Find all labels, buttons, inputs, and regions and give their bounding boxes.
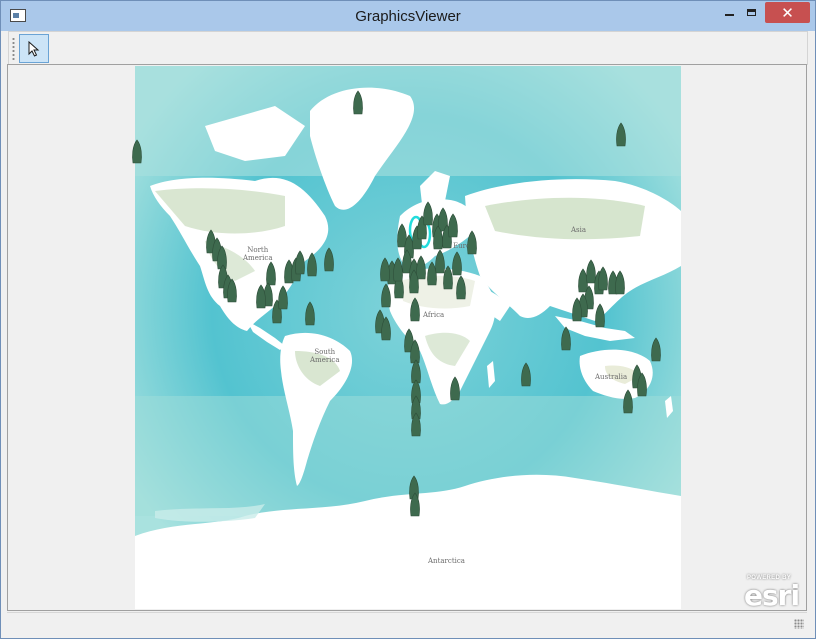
- maximize-icon: [746, 9, 756, 16]
- label-south-america: South America: [310, 348, 340, 364]
- toolbar: [8, 31, 808, 65]
- label-europe: Euro: [453, 242, 471, 250]
- esri-attribution-logo: POWERED BY esri: [744, 575, 806, 612]
- label-antarctica: Antarctica: [428, 557, 465, 565]
- label-australia: Australia: [595, 373, 628, 381]
- window-title: GraphicsViewer: [355, 8, 461, 25]
- map-view[interactable]: North America South America Euro Africa …: [135, 66, 681, 609]
- status-bar: [7, 612, 807, 633]
- cursor-arrow-icon: [28, 41, 40, 57]
- close-icon: ✕: [781, 3, 794, 22]
- esri-wordmark: esri: [744, 579, 800, 612]
- maximize-button[interactable]: [737, 2, 765, 23]
- minimize-icon: [724, 13, 734, 16]
- select-pointer-tool-button[interactable]: [19, 34, 49, 63]
- basemap: [135, 66, 681, 609]
- size-grip[interactable]: [794, 619, 804, 629]
- label-north-america: North America: [243, 246, 273, 262]
- title-bar[interactable]: GraphicsViewer ✕: [1, 1, 815, 31]
- label-africa: Africa: [423, 311, 445, 319]
- label-asia: Asia: [571, 226, 587, 234]
- toolbar-grip[interactable]: [12, 37, 15, 61]
- close-button[interactable]: ✕: [765, 2, 810, 23]
